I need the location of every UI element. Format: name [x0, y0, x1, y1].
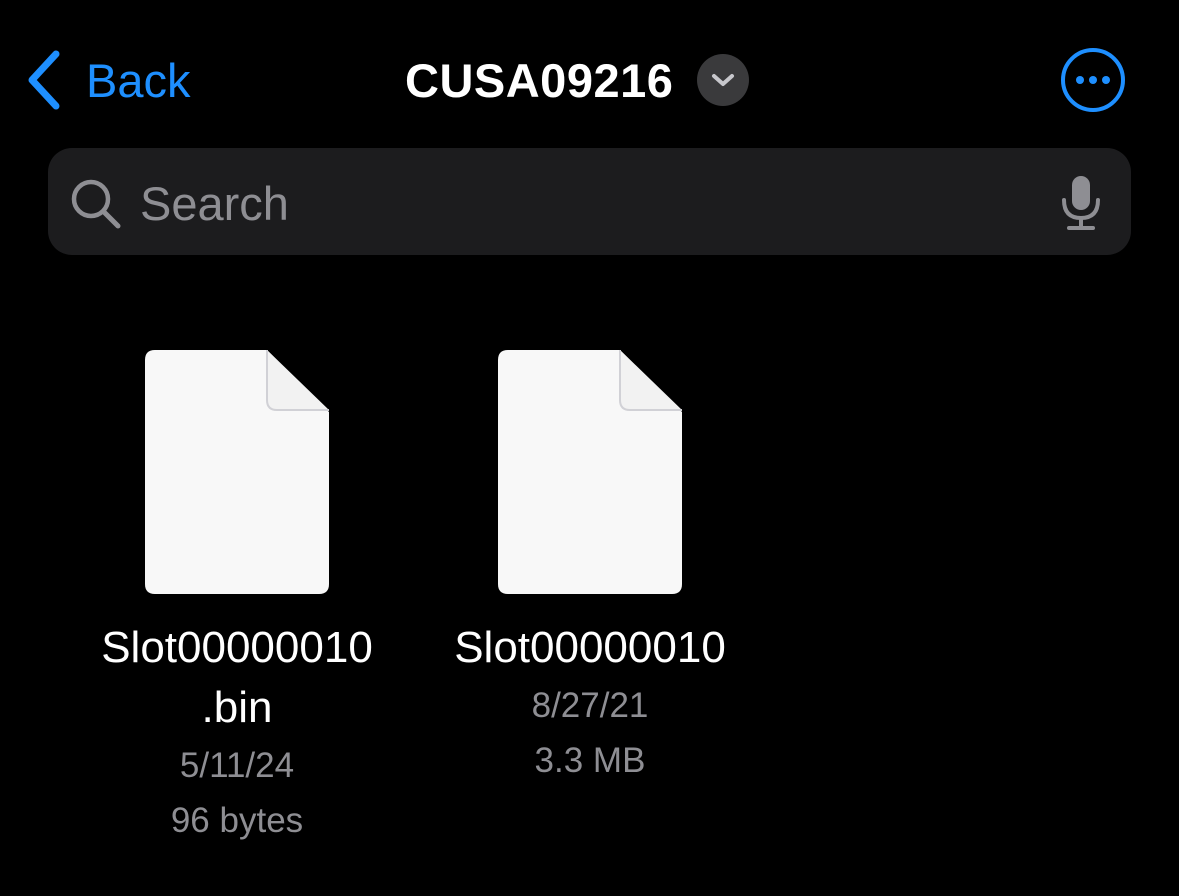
file-date: 5/11/24: [179, 746, 295, 785]
file-name: Slot00000010: [454, 623, 726, 672]
folder-title: CUSA09216: [405, 53, 674, 107]
document-icon: [498, 350, 682, 594]
document-icon: [145, 350, 329, 594]
search-icon: [71, 179, 121, 229]
search-input[interactable]: [140, 172, 1020, 234]
file-size: 96 bytes: [170, 801, 304, 840]
chevron-down-icon: [712, 74, 735, 86]
file-size: 3.3 MB: [534, 741, 646, 780]
back-label: Back: [86, 53, 191, 107]
chevron-left-icon: [28, 50, 60, 110]
folder-title-menu[interactable]: CUSA09216: [405, 50, 750, 110]
microphone-icon[interactable]: [1060, 174, 1102, 232]
more-options-button[interactable]: [1060, 47, 1126, 113]
title-menu-button[interactable]: [697, 54, 750, 106]
back-button[interactable]: Back: [26, 48, 191, 112]
file-item[interactable]: Slot00000010 .bin 5/11/24 96 bytes: [87, 348, 387, 848]
navigation-bar: Back CUSA09216: [0, 0, 1179, 150]
file-name: Slot00000010 .bin: [101, 623, 373, 732]
ellipsis-circle-icon: [1061, 48, 1125, 112]
file-date: 8/27/21: [531, 686, 649, 725]
file-item[interactable]: Slot00000010 8/27/21 3.3 MB: [440, 348, 740, 788]
